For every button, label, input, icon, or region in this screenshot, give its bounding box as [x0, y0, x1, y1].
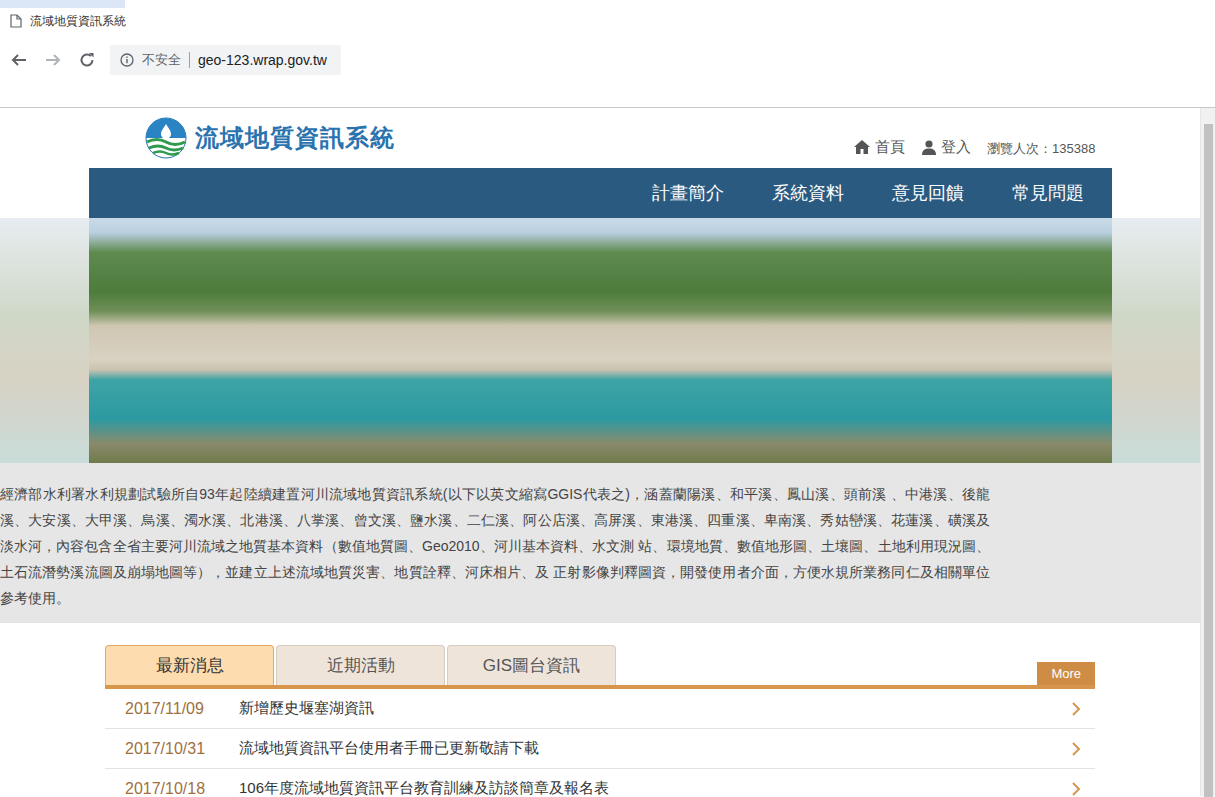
scrollbar[interactable]: [1200, 108, 1215, 796]
site-logo[interactable]: 流域地質資訊系統: [145, 117, 395, 159]
tab-row: 最新消息 近期活動 GIS圖台資訊: [105, 645, 618, 685]
news-tab[interactable]: GIS圖台資訊: [447, 645, 616, 685]
news-title: 流域地質資訊平台使用者手冊已更新敬請下載: [239, 737, 1069, 760]
site-title: 流域地質資訊系統: [195, 120, 395, 156]
info-icon: [120, 53, 134, 67]
chevron-right-icon: [1069, 782, 1083, 796]
home-label: 首頁: [875, 136, 905, 159]
reload-button[interactable]: [72, 45, 102, 75]
news-list: 2017/11/09新增歷史堰塞湖資訊2017/10/31流域地質資訊平台使用者…: [105, 689, 1095, 796]
page: 流域地質資訊系統 首頁 登入 瀏覽人次：135388 計畫簡介系統資料意見回饋常…: [0, 108, 1200, 796]
tab-label: 近期活動: [327, 653, 395, 679]
security-label: 不安全: [142, 50, 181, 70]
chevron-right-icon: [1069, 702, 1083, 716]
reload-icon: [79, 52, 95, 68]
main-menu: 計畫簡介系統資料意見回饋常見問題: [89, 168, 1112, 218]
news-title: 新增歷史堰塞湖資訊: [239, 697, 1069, 720]
news-tabs: 最新消息 近期活動 GIS圖台資訊 More: [105, 645, 1095, 685]
browser-toolbar: 不安全 geo-123.wrap.gov.tw: [0, 42, 1215, 78]
url-text: geo-123.wrap.gov.tw: [198, 50, 327, 71]
news-row[interactable]: 2017/10/31流域地質資訊平台使用者手冊已更新敬請下載: [105, 729, 1095, 769]
toolbar-gap: [0, 78, 1215, 108]
tab-highlight: [0, 0, 125, 8]
more-button[interactable]: More: [1037, 662, 1095, 686]
menu-item[interactable]: 系統資料: [748, 180, 868, 207]
menu-item[interactable]: 意見回饋: [868, 180, 988, 207]
news-row[interactable]: 2017/10/18106年度流域地質資訊平台教育訓練及訪談簡章及報名表: [105, 769, 1095, 796]
browser-tabstrip: 流域地質資訊系統: [0, 0, 1215, 42]
header-links: 首頁 登入 瀏覽人次：135388: [853, 136, 1095, 169]
scrollbar-thumb[interactable]: [1204, 124, 1213, 797]
tab-spacer: [618, 645, 1037, 685]
address-bar[interactable]: 不安全 geo-123.wrap.gov.tw: [110, 45, 341, 75]
tab-label: 最新消息: [156, 653, 224, 679]
user-icon: [921, 139, 937, 155]
forward-arrow-icon: [45, 52, 61, 68]
tab-label: GIS圖台資訊: [483, 653, 580, 679]
intro-band: 經濟部水利署水利規劃試驗所自93年起陸續建置河川流域地質資訊系統(以下以英文縮寫…: [0, 463, 1200, 623]
page-icon: [10, 14, 22, 28]
chevron-right-icon: [1069, 742, 1083, 756]
login-link[interactable]: 登入: [921, 136, 971, 159]
back-button[interactable]: [4, 45, 34, 75]
forward-button[interactable]: [38, 45, 68, 75]
news-date: 2017/11/09: [125, 697, 239, 721]
intro-text: 經濟部水利署水利規劃試驗所自93年起陸續建置河川流域地質資訊系統(以下以英文縮寫…: [0, 481, 990, 611]
home-link[interactable]: 首頁: [853, 136, 905, 159]
menu-item[interactable]: 常見問題: [988, 180, 1108, 207]
back-arrow-icon: [11, 52, 27, 68]
news-date: 2017/10/18: [125, 777, 239, 797]
news-tab[interactable]: 近期活動: [276, 645, 445, 685]
news-panel: 最新消息 近期活動 GIS圖台資訊 More 2017/11/09新增歷史堰塞湖資訊…: [105, 645, 1095, 796]
water-logo-icon: [145, 117, 187, 159]
viewport: 流域地質資訊系統 首頁 登入 瀏覽人次：135388 計畫簡介系統資料意見回饋常…: [0, 108, 1215, 796]
home-icon: [853, 139, 871, 155]
hero-photo: [89, 218, 1112, 463]
site-header: 流域地質資訊系統 首頁 登入 瀏覽人次：135388: [89, 108, 1112, 168]
login-label: 登入: [941, 136, 971, 159]
visit-counter: 瀏覽人次：135388: [987, 139, 1095, 159]
menu-item[interactable]: 計畫簡介: [628, 180, 748, 207]
news-tab[interactable]: 最新消息: [105, 645, 274, 685]
hero-backdrop: [0, 218, 1200, 463]
news-title: 106年度流域地質資訊平台教育訓練及訪談簡章及報名表: [239, 777, 1069, 796]
tab-title: 流域地質資訊系統: [30, 12, 126, 30]
news-date: 2017/10/31: [125, 737, 239, 761]
address-separator: [189, 52, 190, 68]
news-row[interactable]: 2017/11/09新增歷史堰塞湖資訊: [105, 689, 1095, 729]
browser-tab[interactable]: 流域地質資訊系統: [0, 0, 1215, 42]
